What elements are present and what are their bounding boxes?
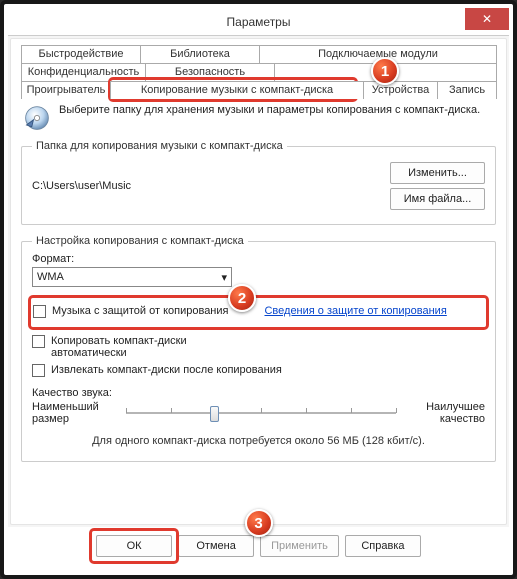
tab-devices[interactable]: Устройства [363, 81, 438, 99]
copy-protect-link[interactable]: Сведения о защите от копирования [264, 305, 446, 317]
change-folder-button[interactable]: Изменить... [390, 162, 485, 184]
tab-library[interactable]: Библиотека [140, 45, 260, 63]
annotation-badge-2: 2 [228, 284, 256, 312]
tab-rip-music[interactable]: Копирование музыки с компакт-диска [110, 81, 364, 99]
cd-rip-icon [23, 104, 51, 132]
tab-player[interactable]: Проигрыватель [21, 81, 111, 99]
copy-protect-label: Музыка с защитой от копирования [52, 305, 228, 317]
quality-slider[interactable] [126, 403, 396, 423]
close-icon: ✕ [482, 12, 492, 26]
auto-rip-label: Копировать компакт-диски автоматически [51, 335, 232, 359]
folder-legend: Папка для копирования музыки с компакт-д… [32, 140, 287, 152]
slider-thumb[interactable] [210, 406, 219, 422]
annotation-badge-3: 3 [245, 509, 273, 537]
format-value: WMA [37, 271, 64, 283]
annotation-badge-1: 1 [371, 57, 399, 85]
auto-rip-checkbox[interactable] [32, 335, 45, 348]
info-text: Выберите папку для хранения музыки и пар… [59, 104, 480, 118]
filename-button[interactable]: Имя файла... [390, 188, 485, 210]
copy-protect-checkbox[interactable] [33, 305, 46, 318]
apply-button[interactable]: Применить [260, 535, 339, 557]
window-title: Параметры [8, 15, 509, 29]
tab-performance[interactable]: Быстродействие [21, 45, 141, 63]
options-dialog: Параметры ✕ Быстродействие Библиотека По… [8, 8, 509, 571]
dialog-footer: ОК Отмена Применить Справка 3 [8, 527, 509, 571]
titlebar: Параметры ✕ [8, 8, 509, 36]
folder-group: Папка для копирования музыки с компакт-д… [21, 140, 496, 225]
tab-security[interactable]: Безопасность [145, 63, 275, 81]
format-label: Формат: [32, 253, 485, 265]
chevron-down-icon: ▾ [221, 271, 227, 284]
format-dropdown[interactable]: WMA ▾ [32, 267, 232, 287]
ok-button[interactable]: ОК [96, 535, 172, 557]
rip-legend: Настройка копирования с компакт-диска [32, 235, 248, 247]
quality-label: Качество звука: [32, 387, 485, 399]
tab-strip: Быстродействие Библиотека Подключаемые м… [21, 45, 496, 98]
cancel-button[interactable]: Отмена [178, 535, 254, 557]
tab-privacy[interactable]: Конфиденциальность [21, 63, 146, 81]
eject-checkbox[interactable] [32, 364, 45, 377]
rip-settings-group: Настройка копирования с компакт-диска Фо… [21, 235, 496, 462]
size-estimate: Для одного компакт-диска потребуется око… [32, 435, 485, 447]
tab-burn[interactable]: Запись [437, 81, 497, 99]
folder-path: C:\Users\user\Music [32, 180, 131, 192]
quality-min-label: Наименьший размер [32, 401, 112, 425]
dialog-body: Быстродействие Библиотека Подключаемые м… [10, 38, 507, 525]
eject-label: Извлекать компакт-диски после копировани… [51, 364, 282, 376]
quality-max-label: Наилучшее качество [410, 401, 485, 425]
annotation-highlight-protect: Музыка с защитой от копирования Сведения… [28, 295, 489, 330]
close-button[interactable]: ✕ [465, 8, 509, 30]
help-button[interactable]: Справка [345, 535, 421, 557]
